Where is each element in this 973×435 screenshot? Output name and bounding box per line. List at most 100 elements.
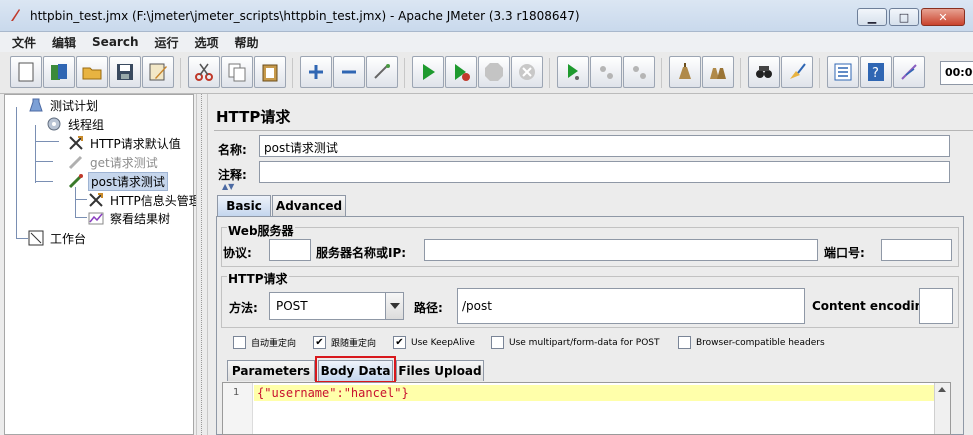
- search-button[interactable]: [748, 56, 780, 88]
- path-input[interactable]: /post: [457, 288, 805, 324]
- binoculars-icon: [756, 66, 772, 78]
- new-file-icon: [18, 62, 34, 82]
- tab-basic[interactable]: Basic: [217, 195, 271, 216]
- tree-item-label: 测试计划: [50, 98, 99, 113]
- copy-icon: [228, 63, 246, 82]
- line-number: 1: [233, 387, 240, 398]
- server-input[interactable]: [424, 239, 818, 261]
- tree-item-workbench[interactable]: 工作台: [27, 229, 88, 247]
- templates-icon: [51, 64, 67, 80]
- remote-shutdown-button[interactable]: [623, 56, 655, 88]
- browser-headers-checkbox[interactable]: Browser-compatible headers: [678, 336, 825, 349]
- tree-item-get-request[interactable]: get请求测试: [67, 153, 160, 171]
- multipart-checkbox[interactable]: Use multipart/form-data for POST: [491, 336, 660, 349]
- close-button[interactable]: ✕: [921, 8, 965, 26]
- method-select[interactable]: POST: [269, 292, 404, 320]
- checkbox-label: 跟随重定向: [331, 339, 377, 349]
- http-request-panel: HTTP请求 名称: post请求测试 注释: ▲▼ Basic Advance…: [212, 94, 973, 435]
- tree-item-results-tree[interactable]: 察看结果树: [87, 209, 172, 227]
- checkbox-label: 自动重定向: [251, 339, 297, 349]
- copy-button[interactable]: [221, 56, 253, 88]
- menu-file[interactable]: 文件: [4, 34, 44, 51]
- panel-splitter[interactable]: [196, 94, 208, 435]
- port-input[interactable]: [881, 239, 952, 261]
- tree-item-post-request[interactable]: post请求测试: [67, 171, 168, 191]
- paste-button[interactable]: [254, 56, 286, 88]
- start-no-pauses-button[interactable]: [445, 56, 477, 88]
- start-button[interactable]: [412, 56, 444, 88]
- path-label: 路径:: [414, 301, 443, 315]
- method-label: 方法:: [229, 301, 258, 315]
- list-icon: [834, 63, 852, 81]
- wrench-icon: [67, 135, 85, 151]
- function-helper-button[interactable]: [827, 56, 859, 88]
- cut-button[interactable]: [188, 56, 220, 88]
- reset-search-button[interactable]: [781, 56, 813, 88]
- save-button[interactable]: [109, 56, 141, 88]
- tab-files-upload[interactable]: Files Upload: [396, 360, 484, 381]
- open-button[interactable]: [76, 56, 108, 88]
- body-data-editor[interactable]: 1 {"username":"hancel"}: [222, 382, 951, 435]
- expand-all-button[interactable]: [300, 56, 332, 88]
- remote-stop-button[interactable]: [590, 56, 622, 88]
- tree-item-http-defaults[interactable]: HTTP请求默认值: [67, 134, 183, 152]
- edit-pencil-icon: [149, 63, 167, 81]
- menu-edit[interactable]: 编辑: [44, 34, 84, 51]
- tree-item-label: post请求测试: [88, 171, 168, 191]
- clear-button[interactable]: [669, 56, 701, 88]
- remote-start-button[interactable]: [557, 56, 589, 88]
- play-icon: [423, 64, 435, 80]
- remote-shutdown-icon: [633, 66, 646, 79]
- encoding-input[interactable]: [919, 288, 953, 324]
- help-button[interactable]: ?: [860, 56, 892, 88]
- http-request-group-title: HTTP请求: [227, 270, 289, 287]
- new-button[interactable]: [10, 56, 42, 88]
- log-viewer-button[interactable]: [893, 56, 925, 88]
- toolbar: ? 00:00:00: [0, 52, 973, 94]
- protocol-input[interactable]: [269, 239, 311, 261]
- chevron-down-icon[interactable]: [385, 293, 403, 319]
- collapse-arrows-icon[interactable]: ▲▼: [222, 182, 234, 191]
- tree-item-header-manager[interactable]: HTTP信息头管理: [87, 191, 203, 209]
- save-as-button[interactable]: [142, 56, 174, 88]
- shutdown-button[interactable]: [511, 56, 543, 88]
- checkbox-label: Browser-compatible headers: [696, 337, 825, 348]
- comment-label: 注释:: [218, 168, 247, 182]
- maximize-button[interactable]: □: [889, 8, 919, 26]
- scissors-icon: [195, 63, 213, 81]
- vertical-scrollbar[interactable]: [934, 383, 950, 434]
- tree-item-label: get请求测试: [90, 155, 158, 170]
- stop-button[interactable]: [478, 56, 510, 88]
- menu-bar: 文件 编辑 Search 运行 选项 帮助: [0, 32, 973, 52]
- save-icon: [117, 64, 133, 80]
- minimize-button[interactable]: ▁: [857, 8, 887, 26]
- keepalive-checkbox[interactable]: ✔ Use KeepAlive: [393, 336, 475, 349]
- scroll-up-icon[interactable]: [935, 383, 949, 397]
- test-plan-icon: [27, 97, 45, 113]
- checkbox-box: [678, 336, 691, 349]
- protocol-label: 协议:: [223, 246, 252, 260]
- check-icon: ✔: [313, 336, 326, 349]
- comment-input[interactable]: [259, 161, 950, 183]
- tree-item-thread-group[interactable]: 线程组: [45, 115, 106, 133]
- broom-icon: [679, 63, 691, 79]
- menu-help[interactable]: 帮助: [227, 34, 267, 51]
- clear-all-button[interactable]: [702, 56, 734, 88]
- checkbox-label: Use multipart/form-data for POST: [509, 337, 660, 348]
- reset-broom-icon: [790, 63, 806, 79]
- port-label: 端口号:: [824, 246, 865, 260]
- toggle-button[interactable]: [366, 56, 398, 88]
- body-code[interactable]: {"username":"hancel"}: [257, 386, 409, 400]
- menu-search[interactable]: Search: [84, 35, 146, 49]
- auto-redirect-checkbox[interactable]: 自动重定向: [233, 336, 296, 349]
- tab-advanced[interactable]: Advanced: [272, 195, 346, 216]
- menu-options[interactable]: 选项: [187, 34, 227, 51]
- tree-item-test-plan[interactable]: 测试计划: [27, 96, 100, 114]
- follow-redirect-checkbox[interactable]: ✔ 跟随重定向: [313, 336, 376, 349]
- name-input[interactable]: post请求测试: [259, 135, 950, 157]
- menu-run[interactable]: 运行: [146, 34, 186, 51]
- collapse-all-button[interactable]: [333, 56, 365, 88]
- templates-button[interactable]: [43, 56, 75, 88]
- tab-parameters[interactable]: Parameters: [227, 360, 315, 381]
- toggle-wand-icon: [374, 64, 390, 79]
